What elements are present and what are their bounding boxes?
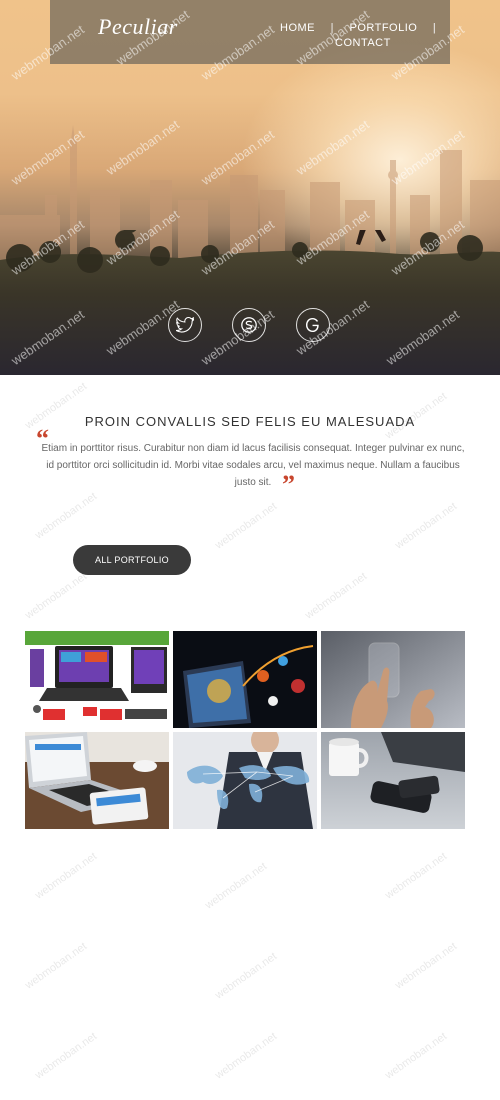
portfolio-item[interactable] xyxy=(321,732,465,829)
watermark: webmoban.net xyxy=(213,500,280,552)
portfolio-item[interactable] xyxy=(173,631,317,728)
portfolio-item[interactable] xyxy=(25,631,169,728)
nav-separator: | xyxy=(330,22,334,34)
portfolio-item[interactable] xyxy=(25,732,169,829)
runner-figure xyxy=(356,230,386,245)
watermark: webmoban.net xyxy=(33,1030,100,1082)
close-quote-mark: ” xyxy=(282,470,295,499)
nav-separator: | xyxy=(432,22,437,34)
portfolio-grid xyxy=(25,631,465,829)
tablet-graphics-image xyxy=(173,631,317,728)
nav-contact[interactable]: CONTACT xyxy=(335,37,391,49)
google-plus-link[interactable] xyxy=(296,308,330,342)
google-plus-icon xyxy=(305,317,319,333)
nav-home[interactable]: HOME xyxy=(280,22,315,34)
watermark: webmoban.net xyxy=(383,850,450,902)
portfolio-item[interactable] xyxy=(321,631,465,728)
twitter-icon xyxy=(176,317,194,333)
grass-field xyxy=(0,230,500,375)
hero-banner: Peculiar HOME | PORTFOLIO | CONTACT webm… xyxy=(0,0,500,375)
watermark: webmoban.net xyxy=(23,940,90,992)
watermark: webmoban.net xyxy=(303,570,370,622)
twitter-link[interactable] xyxy=(168,308,202,342)
intro-quote-text: Etiam in porttitor risus. Curabitur non … xyxy=(41,443,465,488)
top-navigation-bar: Peculiar HOME | PORTFOLIO | CONTACT xyxy=(50,0,450,64)
hands-phone-image xyxy=(321,631,465,728)
nav-portfolio[interactable]: PORTFOLIO xyxy=(349,22,417,34)
watermark: webmoban.net xyxy=(393,500,460,552)
skype-icon xyxy=(241,317,257,333)
business-map-image xyxy=(173,732,317,829)
skype-link[interactable] xyxy=(232,308,266,342)
laptops-ad-image xyxy=(25,631,169,728)
watermark: webmoban.net xyxy=(213,950,280,1002)
all-portfolio-button[interactable]: ALL PORTFOLIO xyxy=(73,545,191,575)
watermark: webmoban.net xyxy=(213,1030,280,1082)
site-logo[interactable]: Peculiar xyxy=(98,14,178,40)
laptop-desk-image xyxy=(25,732,169,829)
watermark: webmoban.net xyxy=(33,850,100,902)
main-nav: HOME | PORTFOLIO | CONTACT xyxy=(280,22,450,49)
section-heading: PROIN CONVALLIS SED FELIS EU MALESUADA xyxy=(84,414,416,429)
watermark: webmoban.net xyxy=(383,1030,450,1082)
watermark: webmoban.net xyxy=(393,940,460,992)
watermark: webmoban.net xyxy=(203,860,270,912)
watermark: webmoban.net xyxy=(33,490,100,542)
mug-phone-image xyxy=(321,732,465,829)
watermark: webmoban.net xyxy=(23,570,90,622)
portfolio-item[interactable] xyxy=(173,732,317,829)
